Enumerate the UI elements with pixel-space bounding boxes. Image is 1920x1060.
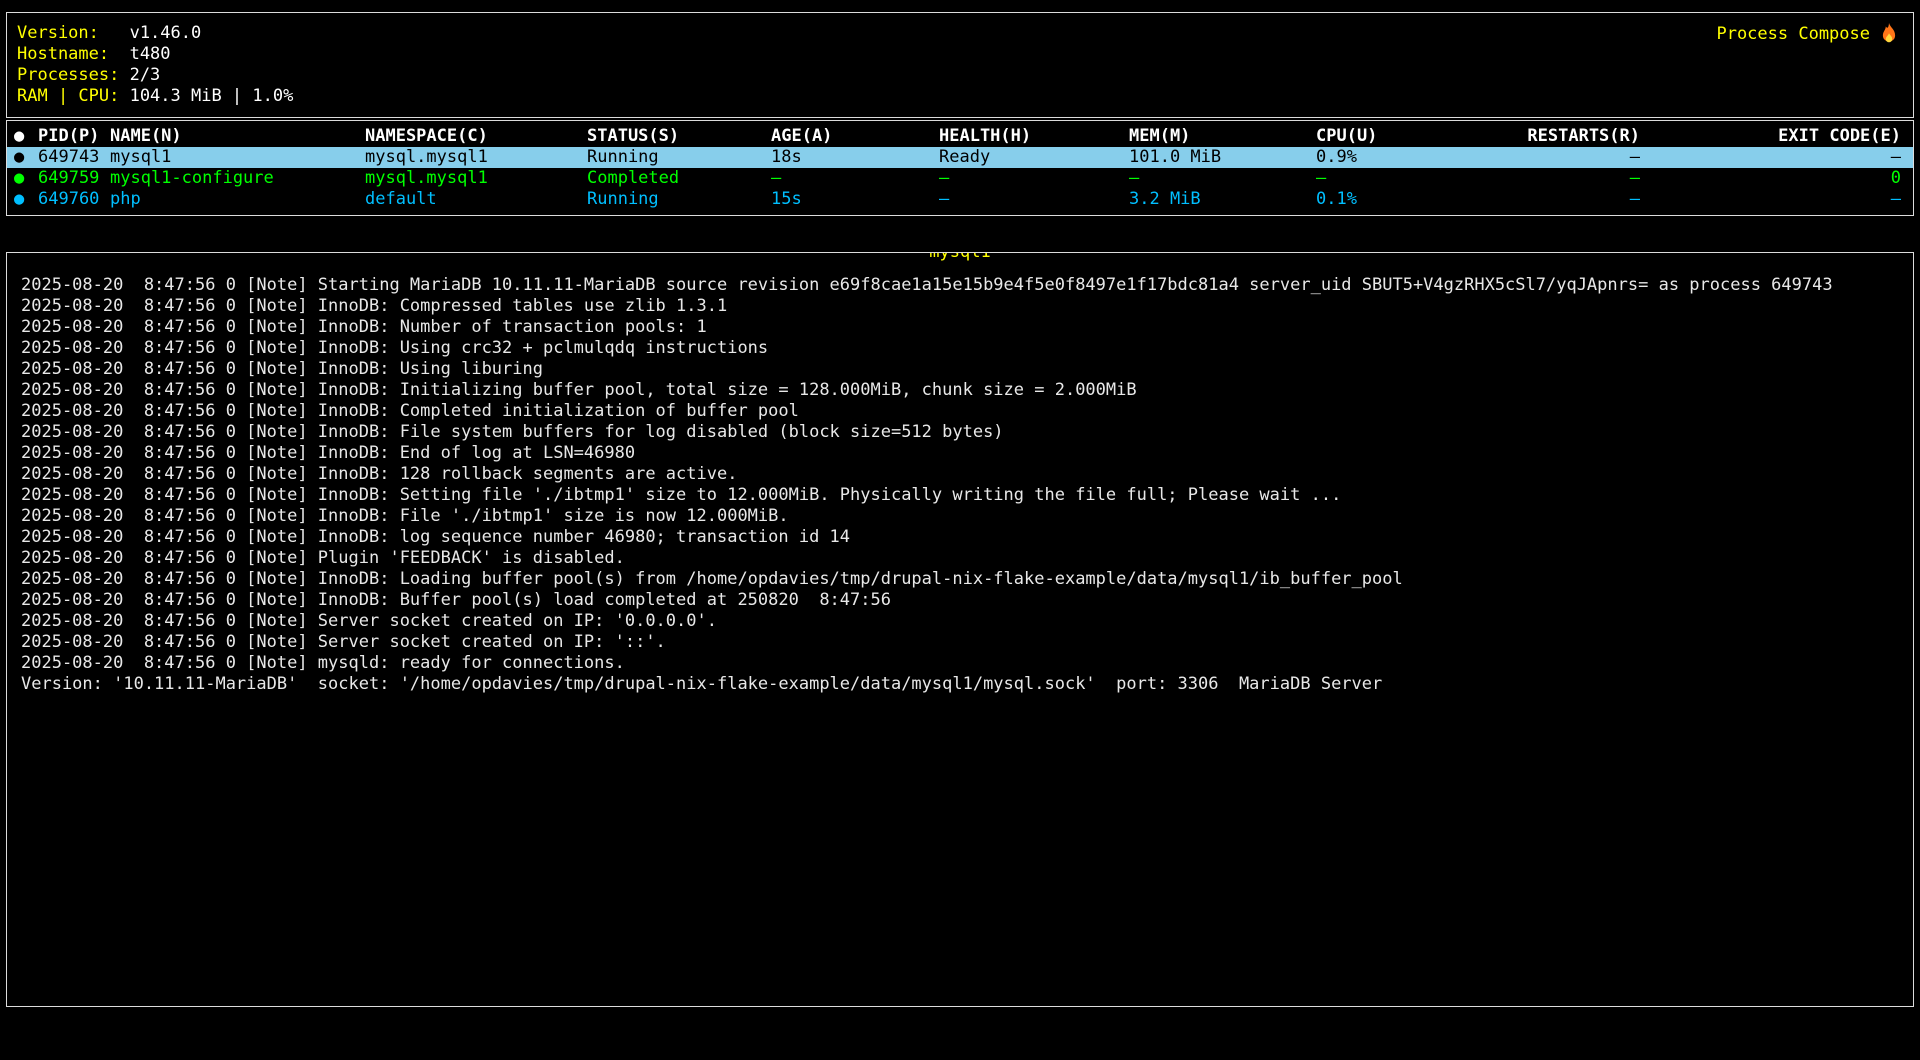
log-line: 2025-08-20 8:47:56 0 [Note] InnoDB: Usin… bbox=[21, 338, 1899, 359]
log-panel-title: mysql1 bbox=[926, 252, 993, 263]
cell-status: Running bbox=[587, 189, 771, 210]
cell-restarts: – bbox=[1466, 147, 1640, 168]
cell-pid: 649760 bbox=[38, 189, 110, 210]
log-line: Version: '10.11.11-MariaDB' socket: '/ho… bbox=[21, 674, 1899, 695]
flame-icon bbox=[1879, 23, 1899, 45]
column-namespace: NAMESPACE(C) bbox=[365, 126, 587, 147]
cell-mem: – bbox=[1129, 168, 1316, 189]
log-line: 2025-08-20 8:47:56 0 [Note] InnoDB: Comp… bbox=[21, 296, 1899, 317]
footer-hotkey-bar: F1ShortcutsLOGS:F4MaximizeF5UnfollowF6Un… bbox=[6, 1021, 1914, 1042]
hostname-value: t480 bbox=[130, 44, 171, 64]
cell-age: 15s bbox=[771, 189, 939, 210]
header-panel: Version:v1.46.0 Hostname:t480 Processes:… bbox=[6, 12, 1914, 118]
cell-status: Running bbox=[587, 147, 771, 168]
cell-namespace: default bbox=[365, 189, 587, 210]
cell-restarts: – bbox=[1466, 189, 1640, 210]
column-mem: MEM(M) bbox=[1129, 126, 1316, 147]
version-label: Version: bbox=[17, 23, 130, 44]
ram-cpu-line: RAM | CPU:104.3 MiB | 1.0% bbox=[17, 86, 293, 107]
cell-age: 18s bbox=[771, 147, 939, 168]
log-line: 2025-08-20 8:47:56 0 [Note] Plugin 'FEED… bbox=[21, 548, 1899, 569]
cell-cpu: – bbox=[1316, 168, 1466, 189]
log-lines: 2025-08-20 8:47:56 0 [Note] Starting Mar… bbox=[21, 275, 1899, 695]
log-line: 2025-08-20 8:47:56 0 [Note] InnoDB: Sett… bbox=[21, 485, 1899, 506]
log-line: 2025-08-20 8:47:56 0 [Note] InnoDB: File… bbox=[21, 506, 1899, 527]
log-line: 2025-08-20 8:47:56 0 [Note] Starting Mar… bbox=[21, 275, 1899, 296]
log-panel[interactable]: mysql1 2025-08-20 8:47:56 0 [Note] Start… bbox=[6, 252, 1914, 1007]
cell-pid: 649743 bbox=[38, 147, 110, 168]
column-age: AGE(A) bbox=[771, 126, 939, 147]
column-status: STATUS(S) bbox=[587, 126, 771, 147]
column-exit-code: EXIT CODE(E) bbox=[1640, 126, 1901, 147]
cell-name: mysql1 bbox=[110, 147, 365, 168]
status-dot-icon: ● bbox=[14, 168, 38, 189]
column-status-dot: ● bbox=[14, 126, 38, 147]
log-line: 2025-08-20 8:47:56 0 [Note] Server socke… bbox=[21, 632, 1899, 653]
cell-cpu: 0.1% bbox=[1316, 189, 1466, 210]
process-table: ● PID(P) NAME(N) NAMESPACE(C) STATUS(S) … bbox=[6, 120, 1914, 216]
column-cpu: CPU(U) bbox=[1316, 126, 1466, 147]
hostname-label: Hostname: bbox=[17, 44, 130, 65]
log-line: 2025-08-20 8:47:56 0 [Note] InnoDB: End … bbox=[21, 443, 1899, 464]
cell-exit-code: – bbox=[1640, 147, 1901, 168]
ram-cpu-label: RAM | CPU: bbox=[17, 86, 130, 107]
version-value: v1.46.0 bbox=[130, 23, 202, 43]
ram-cpu-value: 104.3 MiB | 1.0% bbox=[130, 86, 294, 106]
log-line: 2025-08-20 8:47:56 0 [Note] InnoDB: File… bbox=[21, 422, 1899, 443]
cell-health: – bbox=[939, 189, 1129, 210]
log-line: 2025-08-20 8:47:56 0 [Note] InnoDB: 128 … bbox=[21, 464, 1899, 485]
cell-namespace: mysql.mysql1 bbox=[365, 147, 587, 168]
column-pid: PID(P) bbox=[38, 126, 110, 147]
status-dot-icon: ● bbox=[14, 189, 38, 210]
log-line: 2025-08-20 8:47:56 0 [Note] InnoDB: Usin… bbox=[21, 359, 1899, 380]
cell-pid: 649759 bbox=[38, 168, 110, 189]
log-line: 2025-08-20 8:47:56 0 [Note] InnoDB: Load… bbox=[21, 569, 1899, 590]
hostname-line: Hostname:t480 bbox=[17, 44, 293, 65]
column-name: NAME(N) bbox=[110, 126, 365, 147]
process-row-php[interactable]: ● 649760 php default Running 15s – 3.2 M… bbox=[7, 189, 1913, 210]
cell-age: – bbox=[771, 168, 939, 189]
log-line: 2025-08-20 8:47:56 0 [Note] InnoDB: Comp… bbox=[21, 401, 1899, 422]
cell-restarts: – bbox=[1466, 168, 1640, 189]
cell-namespace: mysql.mysql1 bbox=[365, 168, 587, 189]
app-title-text: Process Compose bbox=[1716, 24, 1870, 45]
column-health: HEALTH(H) bbox=[939, 126, 1129, 147]
app-title: Process Compose bbox=[1716, 23, 1899, 45]
log-line: 2025-08-20 8:47:56 0 [Note] mysqld: read… bbox=[21, 653, 1899, 674]
system-stats: Version:v1.46.0 Hostname:t480 Processes:… bbox=[17, 23, 293, 107]
version-line: Version:v1.46.0 bbox=[17, 23, 293, 44]
processes-line: Processes:2/3 bbox=[17, 65, 293, 86]
cell-exit-code: 0 bbox=[1640, 168, 1901, 189]
process-row-mysql1[interactable]: ● 649743 mysql1 mysql.mysql1 Running 18s… bbox=[7, 147, 1913, 168]
cell-cpu: 0.9% bbox=[1316, 147, 1466, 168]
cell-name: mysql1-configure bbox=[110, 168, 365, 189]
processes-value: 2/3 bbox=[130, 65, 161, 85]
cell-mem: 3.2 MiB bbox=[1129, 189, 1316, 210]
cell-name: php bbox=[110, 189, 365, 210]
log-line: 2025-08-20 8:47:56 0 [Note] InnoDB: log … bbox=[21, 527, 1899, 548]
cell-status: Completed bbox=[587, 168, 771, 189]
cell-health: Ready bbox=[939, 147, 1129, 168]
table-header-row: ● PID(P) NAME(N) NAMESPACE(C) STATUS(S) … bbox=[7, 126, 1913, 147]
log-line: 2025-08-20 8:47:56 0 [Note] InnoDB: Init… bbox=[21, 380, 1899, 401]
status-dot-icon: ● bbox=[14, 147, 38, 168]
cell-health: – bbox=[939, 168, 1129, 189]
process-row-mysql1-configure[interactable]: ● 649759 mysql1-configure mysql.mysql1 C… bbox=[7, 168, 1913, 189]
cell-mem: 101.0 MiB bbox=[1129, 147, 1316, 168]
log-line: 2025-08-20 8:47:56 0 [Note] InnoDB: Buff… bbox=[21, 590, 1899, 611]
cell-exit-code: – bbox=[1640, 189, 1901, 210]
column-restarts: RESTARTS(R) bbox=[1466, 126, 1640, 147]
log-line: 2025-08-20 8:47:56 0 [Note] Server socke… bbox=[21, 611, 1899, 632]
processes-label: Processes: bbox=[17, 65, 130, 86]
log-line: 2025-08-20 8:47:56 0 [Note] InnoDB: Numb… bbox=[21, 317, 1899, 338]
